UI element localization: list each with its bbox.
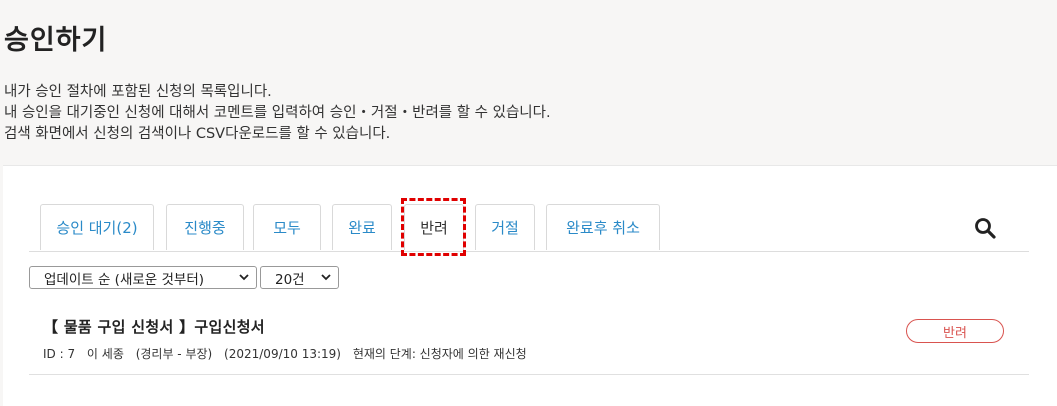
list-divider (29, 374, 1029, 375)
description-line: 내 승인을 대기중인 신청에 대해서 코멘트를 입력하여 승인・거절・반려를 할… (4, 105, 551, 121)
count-select[interactable]: 20건 (260, 266, 339, 289)
tab-returned[interactable]: 반려 (404, 204, 464, 250)
chevron-down-icon (239, 274, 249, 281)
requester-dept: (경리부 - 부장) (135, 347, 213, 361)
request-id: ID : 7 (43, 347, 76, 361)
tab-cancelled[interactable]: 완료후 취소 (546, 204, 660, 250)
request-datetime: (2021/09/10 13:19) (224, 347, 341, 361)
request-meta: ID : 7 이 세종 (경리부 - 부장) (2021/09/10 13:19… (43, 345, 535, 362)
status-badge: 반려 (906, 319, 1004, 343)
tab-divider (29, 251, 1029, 252)
requester-name: 이 세종 (86, 347, 124, 361)
page-title: 승인하기 (4, 25, 108, 56)
description-line: 내가 승인 절차에 포함된 신청의 목록입니다. (4, 84, 272, 100)
tab-completed[interactable]: 완료 (332, 204, 392, 250)
sort-select-value: 업데이트 순 (새로운 것부터) (44, 271, 205, 288)
tab-in-progress[interactable]: 진행중 (166, 204, 244, 250)
tab-pending[interactable]: 승인 대기(2) (40, 204, 154, 250)
description-line: 검색 화면에서 신청의 검색이나 CSV다운로드를 할 수 있습니다. (4, 126, 391, 142)
tab-all[interactable]: 모두 (253, 204, 321, 250)
approval-panel: 승인 대기(2) 진행중 모두 완료 반려 거절 완료후 취소 업데이트 순 (… (3, 165, 1057, 406)
sort-select[interactable]: 업데이트 순 (새로운 것부터) (29, 266, 257, 289)
count-select-value: 20건 (275, 271, 305, 288)
tab-bar: 승인 대기(2) 진행중 모두 완료 반려 거절 완료후 취소 (3, 166, 1033, 256)
search-icon[interactable] (974, 217, 996, 239)
page-description: 내가 승인 절차에 포함된 신청의 목록입니다. 내 승인을 대기중인 신청에 … (4, 82, 551, 145)
chevron-down-icon (321, 274, 331, 281)
request-stage: 현재의 단계: 신청자에 의한 재신청 (352, 347, 527, 361)
tab-rejected[interactable]: 거절 (475, 204, 535, 250)
request-title-link[interactable]: 【 물품 구입 신청서 】구입신청서 (43, 316, 265, 337)
